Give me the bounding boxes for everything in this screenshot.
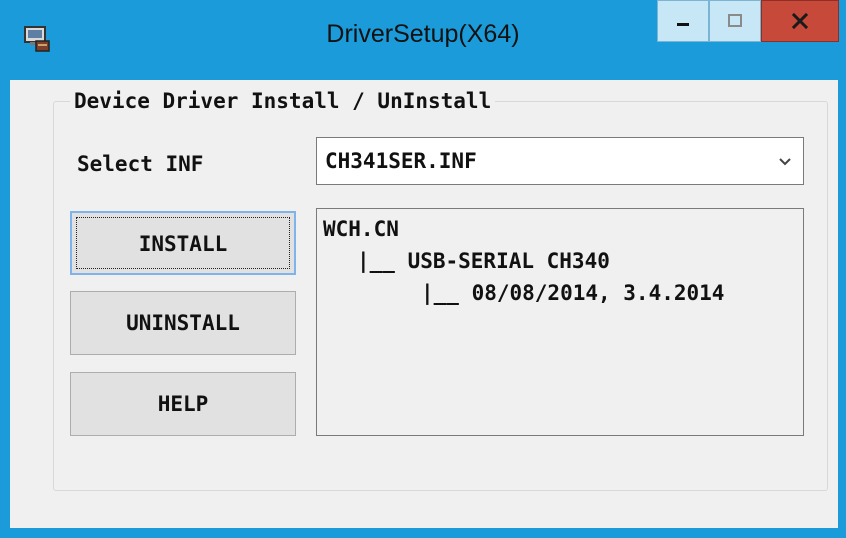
chevron-down-icon[interactable] [777,155,793,169]
maximize-button[interactable] [709,0,761,42]
close-icon [791,12,809,30]
driver-setup-window: DriverSetup(X64) Device Driver Install /… [0,0,846,538]
uninstall-button[interactable]: UNINSTALL [70,291,296,355]
minimize-icon [677,23,689,26]
inf-select[interactable]: CH341SER.INF [316,137,804,185]
inf-select-value: CH341SER.INF [325,149,477,173]
install-button[interactable]: INSTALL [70,211,296,275]
groupbox-title: Device Driver Install / UnInstall [70,89,496,113]
info-line-version: |__ 08/08/2014, 3.4.2014 [421,281,725,305]
info-line-device: |__ USB-SERIAL CH340 [357,249,610,273]
info-line-vendor: WCH.CN [323,217,399,241]
close-button[interactable] [761,0,839,42]
uninstall-button-label: UNINSTALL [126,311,240,335]
select-inf-label: Select INF [77,152,204,176]
help-button[interactable]: HELP [70,372,296,436]
driver-info-box: WCH.CN |__ USB-SERIAL CH340 |__ 08/08/20… [316,208,804,436]
title-bar[interactable]: DriverSetup(X64) [0,0,846,80]
focus-rectangle [76,217,290,269]
maximize-icon [728,14,742,27]
minimize-button[interactable] [657,0,709,42]
client-area: Device Driver Install / UnInstall Select… [10,80,838,528]
help-button-label: HELP [157,392,209,416]
